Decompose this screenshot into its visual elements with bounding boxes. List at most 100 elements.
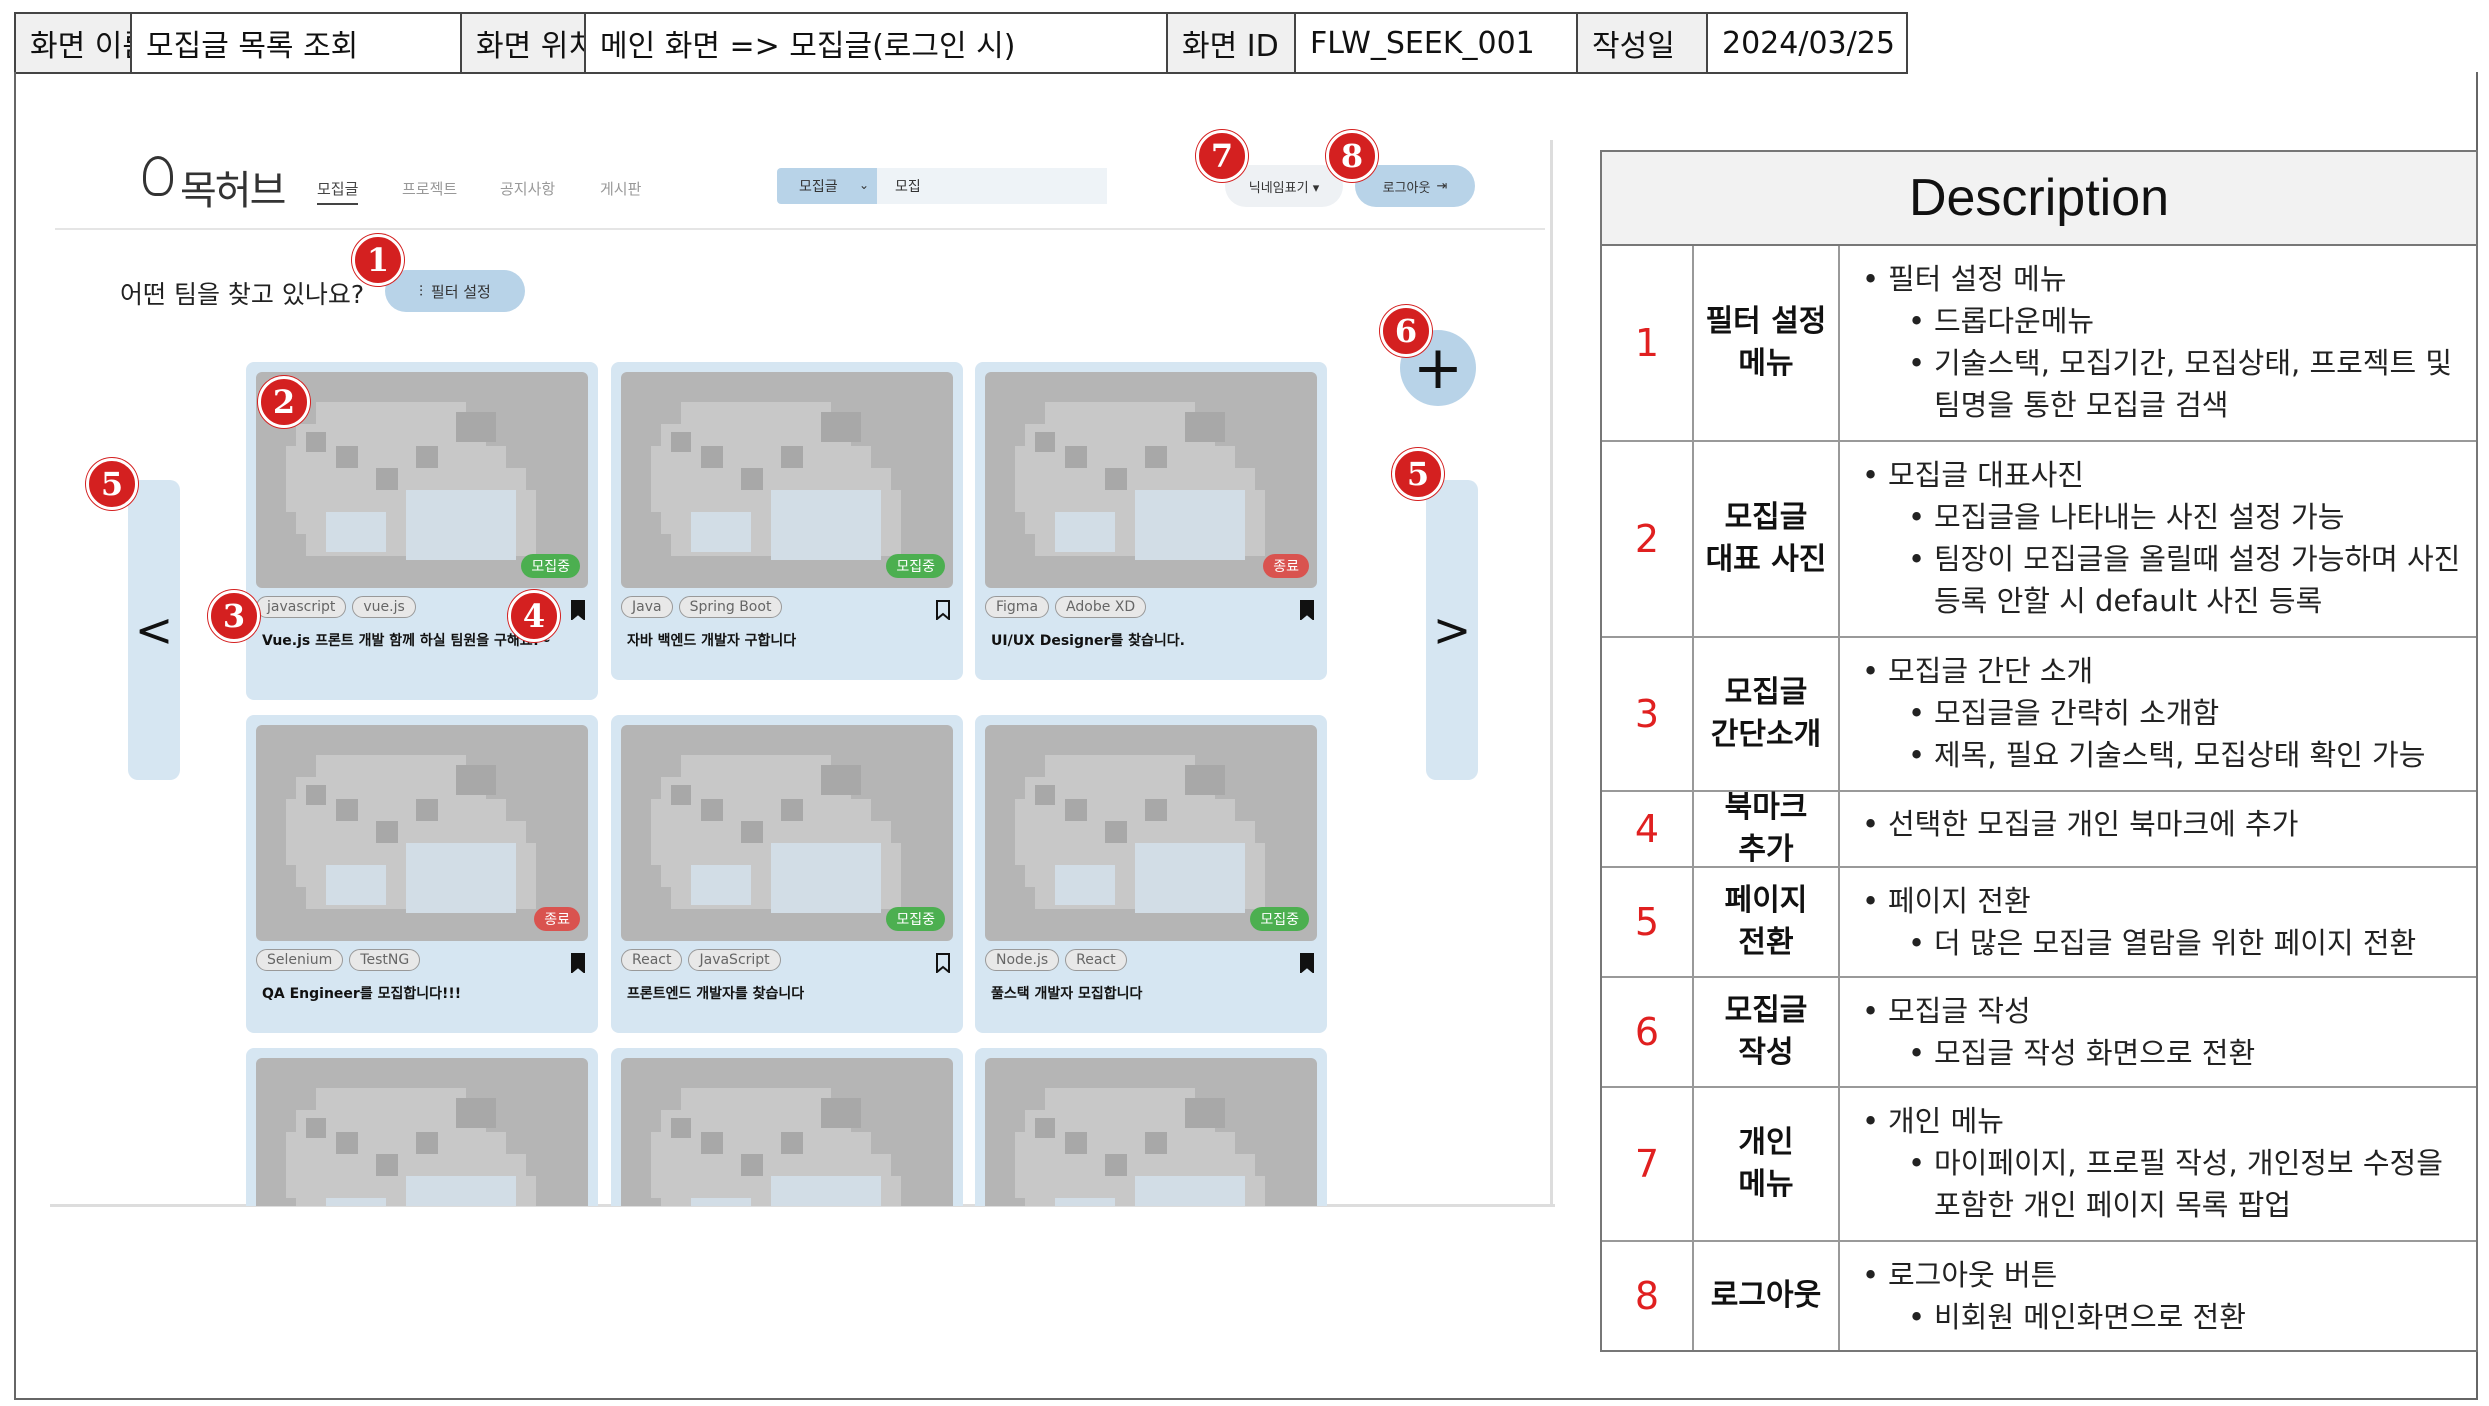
description-row: 2모집글 대표 사진 모집글 대표사진모집글을 나타내는 사진 설정 가능팀장이 …	[1602, 442, 2476, 638]
tech-tag: React	[621, 949, 683, 971]
placeholder-pixel	[1055, 512, 1115, 552]
placeholder-pixel	[456, 1098, 496, 1128]
post-card[interactable]: 모집중 React JavaScript 프론트엔드 개발자를 찾습니다	[611, 715, 963, 1033]
post-thumbnail: 모집중	[621, 372, 953, 588]
placeholder-pixel	[326, 865, 386, 905]
annotation-marker: 5	[1392, 448, 1444, 500]
description-row: 1 필터 설정 메뉴필터 설정 메뉴드롭다운메뉴기술스택, 모집기간, 모집상태,…	[1602, 246, 2476, 442]
nav-link-project[interactable]: 프로젝트	[402, 178, 457, 199]
description-item: 팀장이 모집글을 올릴때 설정 가능하며 사진 등록 안할 시 default …	[1862, 538, 2466, 622]
screen-location: 메인 화면 => 모집글(로그인 시)	[586, 14, 1168, 72]
bookmark-outline-icon[interactable]	[935, 953, 951, 973]
search-category-select[interactable]: 모집글 ⌄	[777, 168, 877, 204]
placeholder-pixel	[1035, 1118, 1055, 1138]
description-body: 개인 메뉴마이페이지, 프로필 작성, 개인정보 수정을 포함한 개인 페이지 …	[1840, 1088, 2476, 1240]
prev-page-button[interactable]: <	[128, 480, 180, 780]
placeholder-pixel	[771, 1176, 881, 1206]
annotation-marker: 7	[1196, 130, 1248, 182]
next-page-button[interactable]: >	[1426, 480, 1478, 780]
placeholder-pixel	[821, 1098, 861, 1128]
post-card[interactable]: 종료 Selenium TestNG QA Engineer를 모집합니다!!!	[246, 715, 598, 1033]
logo[interactable]: 목허브	[180, 158, 286, 216]
description-number: 2	[1602, 442, 1694, 636]
placeholder-pixel	[286, 468, 526, 490]
description-item: 모집글 대표사진	[1862, 454, 2466, 496]
post-title: UI/UX Designer를 찾습니다.	[991, 633, 1185, 649]
placeholder-pixel	[781, 1132, 803, 1154]
placeholder-pixel	[1145, 799, 1167, 821]
app-mockup: 목허브 모집글 프로젝트 공지사항 게시판 모집글 ⌄ 닉네임표기 ▾ 로그아웃…	[55, 140, 1555, 1206]
placeholder-pixel	[1015, 821, 1255, 843]
placeholder-pixel	[741, 1154, 763, 1176]
placeholder-pixel	[821, 765, 861, 795]
tech-tag: Spring Boot	[678, 596, 783, 618]
nav-link-recruit[interactable]: 모집글	[317, 178, 359, 205]
filter-label: 필터 설정	[430, 282, 491, 301]
bookmark-filled-icon[interactable]	[1299, 953, 1315, 973]
placeholder-pixel	[821, 412, 861, 442]
tech-tag: javascript	[256, 596, 347, 618]
nav-link-notice[interactable]: 공지사항	[500, 178, 555, 199]
post-card-partial[interactable]	[611, 1048, 963, 1206]
description-name: 북마크 추가	[1694, 790, 1840, 867]
description-number: 7	[1602, 1088, 1694, 1240]
tech-tags: Node.js React	[985, 949, 1127, 971]
description-row: 4북마크 추가 선택한 모집글 개인 북마크에 추가	[1602, 790, 2476, 868]
placeholder-pixel	[416, 1132, 438, 1154]
description-item: 모집글을 간략히 소개함	[1862, 692, 2466, 734]
placeholder-pixel	[316, 755, 466, 777]
post-title: 자바 백엔드 개발자 구합니다	[627, 633, 797, 649]
placeholder-pixel	[681, 402, 831, 424]
annotation-marker: 2	[258, 376, 310, 428]
description-body: 선택한 모집글 개인 북마크에 추가	[1840, 792, 2476, 866]
tech-tag: vue.js	[352, 596, 416, 618]
logout-label: 로그아웃	[1382, 180, 1431, 196]
post-card[interactable]: 종료 Figma Adobe XD UI/UX Designer를 찾습니다.	[975, 362, 1327, 680]
description-row: 8로그아웃로그아웃 버튼비회원 메인화면으로 전환	[1602, 1242, 2476, 1350]
placeholder-pixel	[456, 412, 496, 442]
bookmark-filled-icon[interactable]	[1299, 600, 1315, 620]
annotation-marker: 3	[208, 590, 260, 642]
screen-id-label: 화면 ID	[1168, 14, 1296, 72]
search-question: 어떤 팀을 찾고 있나요?	[120, 280, 365, 309]
description-number: 1	[1602, 246, 1694, 440]
bookmark-filled-icon[interactable]	[570, 953, 586, 973]
annotation-marker: 8	[1326, 130, 1378, 182]
description-item: 모집글을 나타내는 사진 설정 가능	[1862, 496, 2466, 538]
placeholder-pixel	[406, 1176, 516, 1206]
description-name: 모집글 간단소개	[1694, 638, 1840, 790]
description-item: 필터 설정 메뉴	[1862, 258, 2466, 300]
description-item: 마이페이지, 프로필 작성, 개인정보 수정을 포함한 개인 페이지 목록 팝업	[1862, 1142, 2466, 1226]
placeholder-pixel	[376, 821, 398, 843]
description-row: 7개인 메뉴개인 메뉴마이페이지, 프로필 작성, 개인정보 수정을 포함한 개…	[1602, 1088, 2476, 1242]
placeholder-pixel	[1105, 1154, 1127, 1176]
description-name: 모집글 대표 사진	[1694, 442, 1840, 636]
bookmark-filled-icon[interactable]	[570, 600, 586, 620]
description-row: 6모집글 작성모집글 작성모집글 작성 화면으로 전환	[1602, 978, 2476, 1088]
post-card[interactable]: 모집중 Java Spring Boot 자바 백엔드 개발자 구합니다	[611, 362, 963, 680]
status-badge: 종료	[534, 907, 580, 931]
post-title: 프론트엔드 개발자를 찾습니다	[627, 986, 805, 1002]
post-card-partial[interactable]	[975, 1048, 1327, 1206]
placeholder-pixel	[326, 512, 386, 552]
post-thumbnail	[985, 1058, 1317, 1206]
placeholder-pixel	[771, 843, 881, 913]
annotation-marker: 6	[1380, 305, 1432, 357]
description-body: 필터 설정 메뉴드롭다운메뉴기술스택, 모집기간, 모집상태, 프로젝트 및 팀…	[1840, 246, 2476, 440]
description-body: 로그아웃 버튼비회원 메인화면으로 전환	[1840, 1242, 2476, 1350]
placeholder-pixel	[1135, 1176, 1245, 1206]
post-card-partial[interactable]	[246, 1048, 598, 1206]
placeholder-pixel	[1055, 1198, 1115, 1206]
search-category-value: 모집글	[799, 179, 838, 195]
placeholder-pixel	[456, 765, 496, 795]
search-input[interactable]	[877, 168, 1107, 204]
filter-settings-button[interactable]: ⫶ 필터 설정	[385, 270, 525, 312]
status-badge: 모집중	[886, 907, 945, 931]
description-item: 드롭다운메뉴	[1862, 300, 2466, 342]
description-item: 제목, 필요 기술스택, 모집상태 확인 가능	[1862, 734, 2466, 776]
description-rows: 1 필터 설정 메뉴필터 설정 메뉴드롭다운메뉴기술스택, 모집기간, 모집상태,…	[1602, 246, 2476, 1350]
post-card[interactable]: 모집중 Node.js React 풀스택 개발자 모집합니다	[975, 715, 1327, 1033]
bookmark-outline-icon[interactable]	[935, 600, 951, 620]
annotation-marker: 1	[352, 234, 404, 286]
nav-link-board[interactable]: 게시판	[600, 178, 641, 199]
